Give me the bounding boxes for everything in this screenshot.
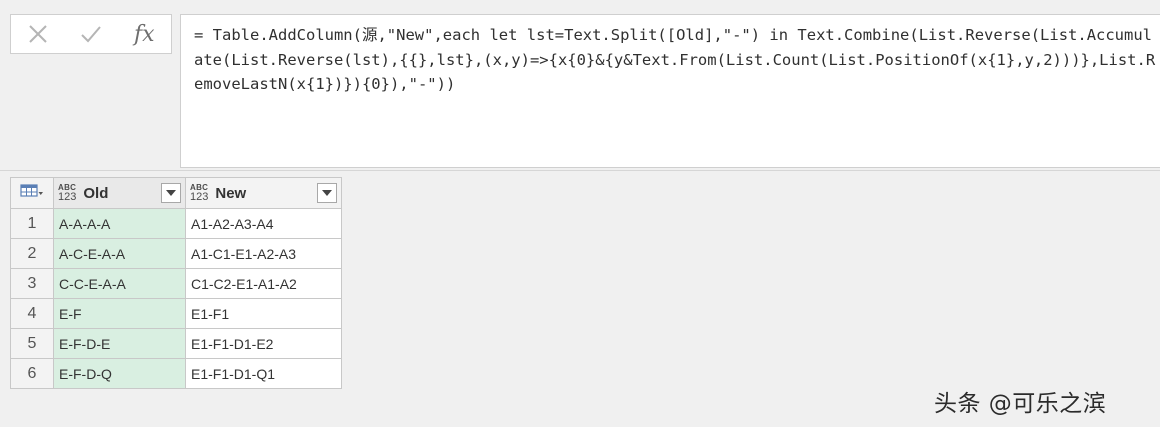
divider — [0, 170, 1160, 171]
cell-new[interactable]: A1-C1-E1-A2-A3 — [185, 238, 342, 269]
table-row: 5 E-F-D-E E1-F1-D1-E2 — [10, 328, 342, 359]
cell-old[interactable]: E-F-D-Q — [53, 358, 186, 389]
formula-editor[interactable]: = Table.AddColumn(源,"New",each let lst=T… — [180, 14, 1160, 168]
column-header-old[interactable]: ABC 123 Old — [53, 177, 186, 209]
close-icon[interactable] — [11, 15, 64, 53]
cell-old[interactable]: E-F — [53, 298, 186, 329]
fx-button[interactable]: fx — [118, 15, 171, 53]
cell-old[interactable]: E-F-D-E — [53, 328, 186, 359]
column-header-new[interactable]: ABC 123 New — [185, 177, 342, 209]
row-number[interactable]: 2 — [10, 238, 54, 269]
table-corner-menu[interactable] — [10, 177, 54, 209]
cell-new[interactable]: E1-F1-D1-Q1 — [185, 358, 342, 389]
cell-new[interactable]: E1-F1 — [185, 298, 342, 329]
column-label-old: Old — [83, 184, 109, 202]
any-type-icon[interactable]: ABC 123 — [58, 183, 76, 203]
row-number[interactable]: 4 — [10, 298, 54, 329]
table-row: 3 C-C-E-A-A C1-C2-E1-A1-A2 — [10, 268, 342, 299]
cell-old[interactable]: A-C-E-A-A — [53, 238, 186, 269]
header-row: ABC 123 Old ABC 123 New — [10, 177, 342, 209]
row-number[interactable]: 5 — [10, 328, 54, 359]
check-icon[interactable] — [64, 15, 117, 53]
data-preview-grid: ABC 123 Old ABC 123 New 1 A-A-A-A A1-A2-… — [10, 177, 342, 389]
watermark: 头条 @可乐之滨 — [934, 391, 1107, 417]
formula-bar-controls: fx — [10, 14, 172, 54]
cell-old[interactable]: A-A-A-A — [53, 208, 186, 239]
table-row: 4 E-F E1-F1 — [10, 298, 342, 329]
any-type-icon[interactable]: ABC 123 — [190, 183, 208, 203]
table-row: 1 A-A-A-A A1-A2-A3-A4 — [10, 208, 342, 239]
filter-dropdown-icon[interactable] — [317, 183, 337, 203]
row-number[interactable]: 6 — [10, 358, 54, 389]
row-number[interactable]: 1 — [10, 208, 54, 239]
table-menu-icon[interactable] — [20, 183, 44, 203]
cell-new[interactable]: A1-A2-A3-A4 — [185, 208, 342, 239]
cell-new[interactable]: E1-F1-D1-E2 — [185, 328, 342, 359]
table-row: 2 A-C-E-A-A A1-C1-E1-A2-A3 — [10, 238, 342, 269]
column-label-new: New — [215, 184, 247, 202]
table-row: 6 E-F-D-Q E1-F1-D1-Q1 — [10, 358, 342, 389]
row-number[interactable]: 3 — [10, 268, 54, 299]
formula-text[interactable]: = Table.AddColumn(源,"New",each let lst=T… — [194, 23, 1159, 97]
cell-new[interactable]: C1-C2-E1-A1-A2 — [185, 268, 342, 299]
cell-old[interactable]: C-C-E-A-A — [53, 268, 186, 299]
filter-dropdown-icon[interactable] — [161, 183, 181, 203]
